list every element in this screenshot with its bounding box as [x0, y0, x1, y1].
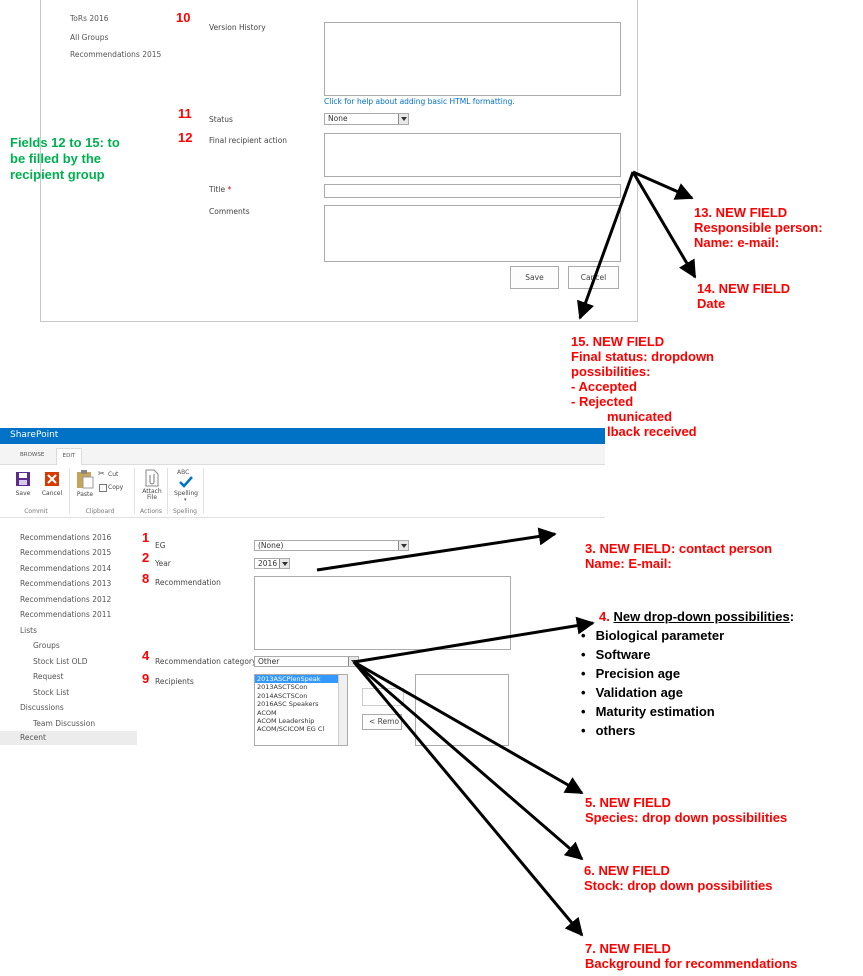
arrow-line [316, 527, 557, 572]
arrow-line [353, 616, 595, 664]
arrow-line [577, 171, 635, 320]
arrow-line [352, 661, 584, 937]
arrow-line [631, 171, 697, 279]
annotation-arrows [316, 170, 697, 937]
arrow-line [353, 660, 584, 795]
arrow-line [353, 660, 584, 861]
